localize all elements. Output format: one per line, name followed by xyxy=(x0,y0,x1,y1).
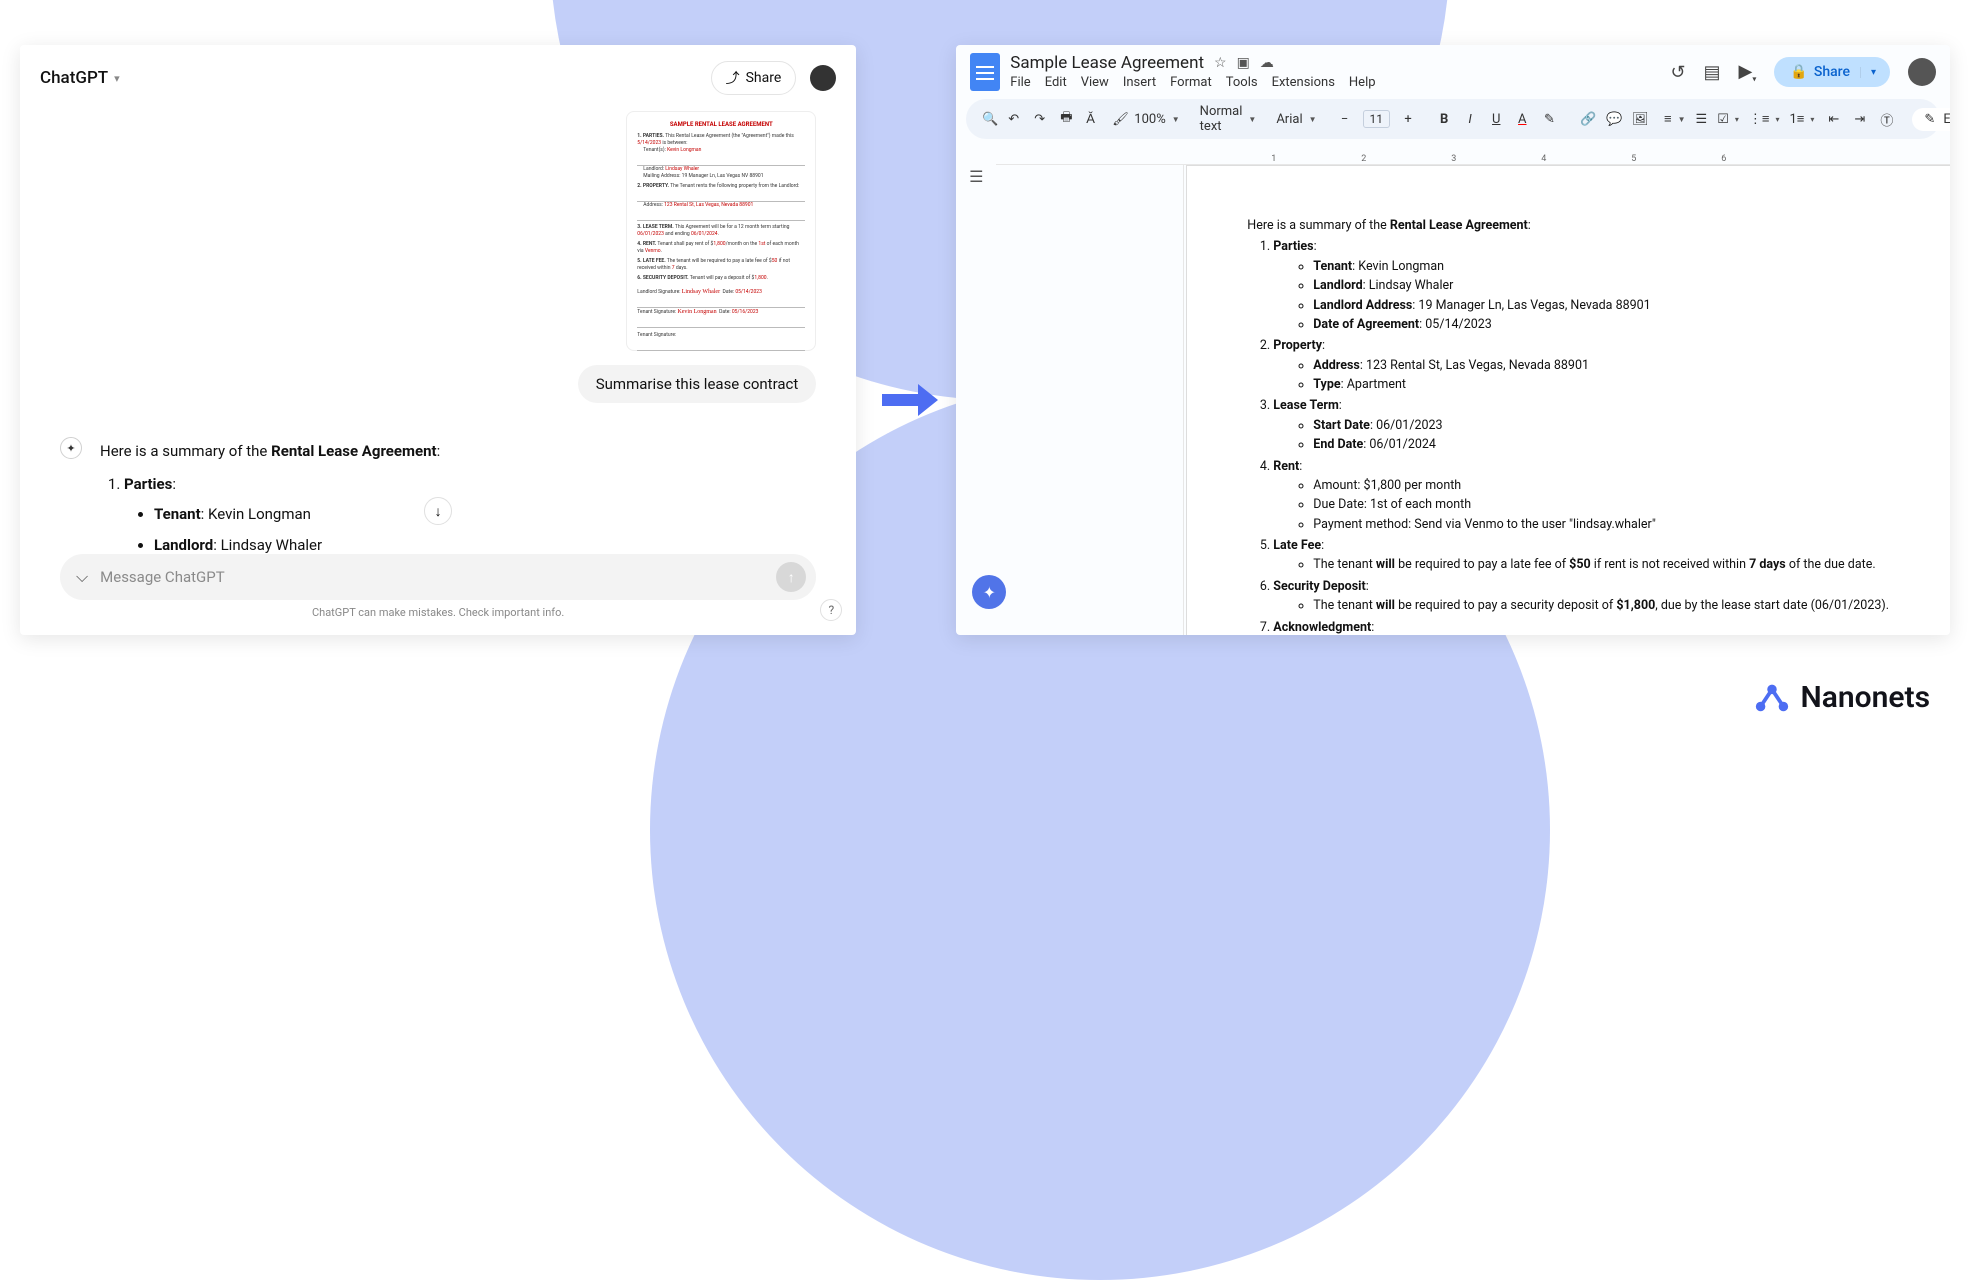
paint-format-icon[interactable]: 🖌 xyxy=(1108,110,1124,129)
menu-bar: File Edit View Insert Format Tools Exten… xyxy=(1010,75,1375,90)
share-label: Share xyxy=(1814,64,1850,80)
menu-view[interactable]: View xyxy=(1081,75,1109,90)
spellcheck-icon[interactable]: Ǎ xyxy=(1082,109,1098,129)
share-dropdown-icon[interactable]: ▾ xyxy=(1860,67,1886,78)
document-outline-icon[interactable]: ☰ xyxy=(969,167,983,186)
menu-file[interactable]: File xyxy=(1010,75,1030,90)
share-button[interactable]: ⤴ Share xyxy=(711,61,797,95)
menu-format[interactable]: Format xyxy=(1170,75,1212,90)
upload-icon: ⤴ xyxy=(726,68,740,88)
vertical-ruler[interactable] xyxy=(1166,165,1184,635)
attachment-icon[interactable]: ⌵ xyxy=(76,567,88,587)
italic-icon[interactable]: I xyxy=(1462,110,1478,129)
comments-icon[interactable]: ▤ xyxy=(1704,62,1721,83)
move-icon[interactable]: ▣ xyxy=(1237,55,1250,71)
editing-mode-select[interactable]: ✎ Editing ▼ xyxy=(1912,108,1950,131)
search-icon[interactable]: 🔍 xyxy=(978,110,994,129)
paragraph-style-select[interactable]: Normal text▼ xyxy=(1200,104,1257,134)
landlord-value: : Lindsay Whaler xyxy=(213,536,322,554)
pen-icon: ✎ xyxy=(1924,112,1935,127)
clear-format-icon[interactable]: Ⓣ xyxy=(1876,108,1892,131)
bold-icon[interactable]: B xyxy=(1436,110,1452,129)
star-icon[interactable]: ☆ xyxy=(1214,55,1227,71)
menu-insert[interactable]: Insert xyxy=(1123,75,1156,90)
horizontal-ruler[interactable]: 123456 xyxy=(996,147,1950,165)
user-avatar[interactable] xyxy=(810,65,836,91)
link-icon[interactable]: 🔗 xyxy=(1576,110,1592,129)
docs-app-icon[interactable] xyxy=(970,53,1000,91)
increase-indent-icon[interactable]: ⇥ xyxy=(1850,110,1866,129)
assistant-icon: ✦ xyxy=(60,437,82,459)
numbered-list-icon[interactable]: 1≡▾ xyxy=(1789,111,1814,127)
menu-edit[interactable]: Edit xyxy=(1045,75,1067,90)
share-label: Share xyxy=(746,70,782,86)
document-page[interactable]: Here is a summary of the Rental Lease Ag… xyxy=(1186,165,1950,635)
help-button[interactable]: ? xyxy=(820,599,842,621)
image-icon[interactable]: 🖼 xyxy=(1628,110,1644,129)
tenant-value: : Kevin Longman xyxy=(201,505,311,523)
disclaimer-text: ChatGPT can make mistakes. Check importa… xyxy=(60,606,816,619)
zoom-select[interactable]: 100%▼ xyxy=(1134,112,1179,127)
comment-icon[interactable]: 💬 xyxy=(1602,110,1618,129)
scroll-to-bottom-button[interactable]: ↓ xyxy=(424,497,452,525)
text-color-icon[interactable]: A xyxy=(1514,110,1530,129)
brand-name: Nanonets xyxy=(1801,680,1930,715)
font-select[interactable]: Arial▼ xyxy=(1276,112,1316,127)
menu-extensions[interactable]: Extensions xyxy=(1272,75,1335,90)
input-placeholder: Message ChatGPT xyxy=(100,568,764,586)
arrow-icon xyxy=(880,380,940,424)
print-icon[interactable]: 🖶 xyxy=(1056,106,1072,132)
summary-intro: Here is a summary of the xyxy=(100,442,271,460)
font-size-input[interactable]: 11 xyxy=(1363,110,1391,128)
checklist-icon[interactable]: ☑▾ xyxy=(1717,112,1739,127)
decrease-indent-icon[interactable]: ⇤ xyxy=(1824,110,1840,129)
account-avatar[interactable] xyxy=(1908,58,1936,86)
underline-icon[interactable]: U xyxy=(1488,110,1504,129)
user-message: SAMPLE RENTAL LEASE AGREEMENT 1. PARTIES… xyxy=(60,111,816,403)
history-icon[interactable]: ↺ xyxy=(1670,62,1685,83)
google-docs-panel: Sample Lease Agreement ☆ ▣ ☁ File Edit V… xyxy=(956,45,1950,635)
share-button[interactable]: 🔒 Share ▾ xyxy=(1774,57,1890,87)
cloud-icon[interactable]: ☁ xyxy=(1260,55,1274,71)
landlord-label: Landlord xyxy=(154,536,213,554)
lock-icon: 🔒 xyxy=(1790,64,1807,80)
align-select[interactable]: ≡▼ xyxy=(1664,111,1686,127)
document-title[interactable]: Sample Lease Agreement xyxy=(1010,53,1204,73)
menu-tools[interactable]: Tools xyxy=(1226,75,1258,90)
summary-title: Rental Lease Agreement xyxy=(271,442,436,460)
chatgpt-panel: ChatGPT ▾ ⤴ Share SAMPLE RENTAL LEASE AG… xyxy=(20,45,856,635)
assistant-message: ✦ Here is a summary of the Rental Lease … xyxy=(60,437,816,554)
menu-help[interactable]: Help xyxy=(1349,75,1376,90)
parties-heading: Parties xyxy=(124,475,172,493)
toolbar: 🔍 ↶ ↷ 🖶 Ǎ 🖌 100%▼ Normal text▼ Arial▼ − … xyxy=(966,99,1940,139)
highlight-icon[interactable]: ✎ xyxy=(1540,110,1556,129)
brand-logo: Nanonets xyxy=(1753,678,1930,716)
send-button[interactable]: ↑ xyxy=(776,562,806,592)
chevron-down-icon: ▾ xyxy=(114,72,120,85)
redo-icon[interactable]: ↷ xyxy=(1030,110,1046,129)
meet-icon[interactable]: ▶▾ xyxy=(1739,61,1757,84)
attachment-title: SAMPLE RENTAL LEASE AGREEMENT xyxy=(637,120,805,130)
increase-font-icon[interactable]: + xyxy=(1400,110,1416,129)
model-name: ChatGPT xyxy=(40,68,108,88)
undo-icon[interactable]: ↶ xyxy=(1004,110,1020,129)
attachment-thumbnail[interactable]: SAMPLE RENTAL LEASE AGREEMENT 1. PARTIES… xyxy=(626,111,816,351)
user-prompt-bubble: Summarise this lease contract xyxy=(578,365,817,403)
bulleted-list-icon[interactable]: ⋮≡▾ xyxy=(1749,111,1780,127)
model-switcher[interactable]: ChatGPT ▾ xyxy=(40,68,120,88)
decrease-font-icon[interactable]: − xyxy=(1337,110,1353,129)
line-spacing-icon[interactable]: ☰ xyxy=(1696,112,1708,127)
tenant-label: Tenant xyxy=(154,505,201,523)
message-input[interactable]: ⌵ Message ChatGPT ↑ xyxy=(60,554,816,600)
